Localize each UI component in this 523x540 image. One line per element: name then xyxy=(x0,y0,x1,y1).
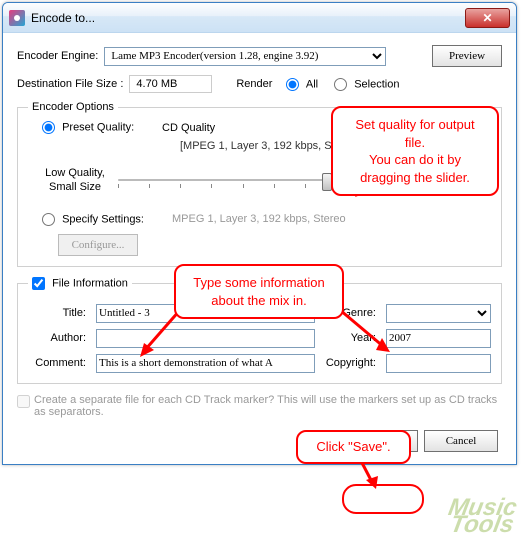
specify-settings-input[interactable] xyxy=(42,213,55,226)
genre-select[interactable] xyxy=(386,304,491,323)
callout-save: Click "Save". xyxy=(296,430,411,464)
title-label: Title: xyxy=(28,307,88,319)
render-label: Render xyxy=(236,78,272,90)
preview-button[interactable]: Preview xyxy=(432,45,502,67)
encoder-engine-label: Encoder Engine: xyxy=(17,50,98,62)
dialog-window: Encode to... ✕ Encoder Engine: Lame MP3 … xyxy=(2,2,517,465)
render-selection-input[interactable] xyxy=(334,78,347,91)
low-quality-label: Low Quality,Small Size xyxy=(40,166,110,195)
callout-info: Type some information about the mix in. xyxy=(174,264,344,319)
window-title: Encode to... xyxy=(31,11,465,25)
render-all-radio[interactable]: All xyxy=(286,78,318,91)
callout-quality: Set quality for output file. You can do … xyxy=(331,106,499,196)
file-info-legend: File Information xyxy=(28,277,132,290)
watermark: Music Tools xyxy=(444,500,518,534)
render-selection-radio[interactable]: Selection xyxy=(334,78,399,91)
author-label: Author: xyxy=(28,332,88,344)
comment-label: Comment: xyxy=(28,357,88,369)
render-all-input[interactable] xyxy=(286,78,299,91)
separate-files-option: Create a separate file for each CD Track… xyxy=(17,394,502,418)
specify-details: MPEG 1, Layer 3, 192 kbps, Stereo xyxy=(172,213,346,225)
dest-size-label: Destination File Size : xyxy=(17,78,123,90)
encoder-engine-select[interactable]: Lame MP3 Encoder(version 1.28, engine 3.… xyxy=(104,47,386,66)
titlebar[interactable]: Encode to... ✕ xyxy=(3,3,516,33)
copyright-input[interactable] xyxy=(386,354,491,373)
encoder-options-legend: Encoder Options xyxy=(28,101,118,113)
cancel-button[interactable]: Cancel xyxy=(424,430,498,452)
separate-files-checkbox xyxy=(17,395,30,408)
configure-button: Configure... xyxy=(58,234,138,256)
dialog-content: Encoder Engine: Lame MP3 Encoder(version… xyxy=(3,33,516,464)
dest-size-value: 4.70 MB xyxy=(129,75,212,93)
app-icon xyxy=(9,10,25,26)
close-button[interactable]: ✕ xyxy=(465,8,510,28)
comment-input[interactable] xyxy=(96,354,315,373)
author-input[interactable] xyxy=(96,329,315,348)
preset-quality-value: CD Quality xyxy=(162,122,215,134)
preset-quality-input[interactable] xyxy=(42,121,55,134)
preset-quality-radio[interactable]: Preset Quality: xyxy=(42,121,162,134)
year-input[interactable] xyxy=(386,329,491,348)
file-info-checkbox[interactable] xyxy=(32,277,45,290)
specify-settings-radio[interactable]: Specify Settings: xyxy=(42,213,172,226)
